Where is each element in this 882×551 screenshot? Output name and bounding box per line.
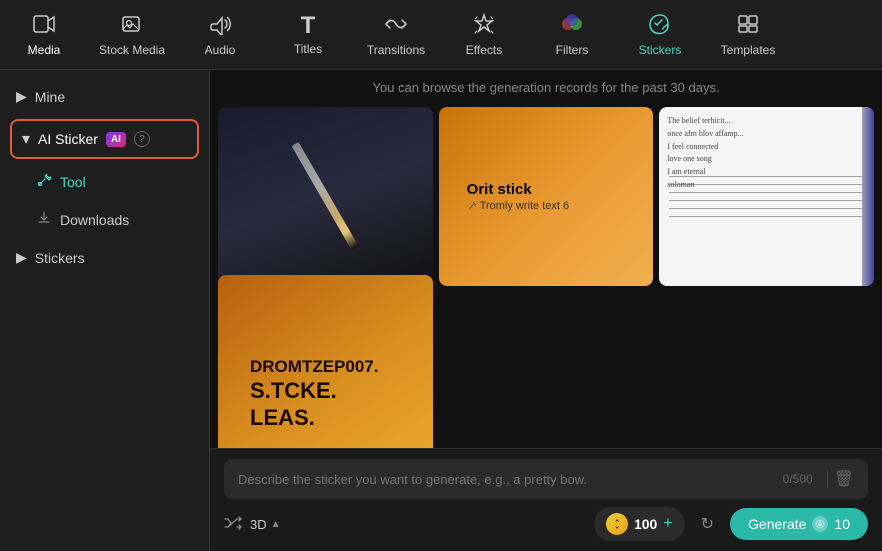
plus-icon[interactable]: + — [663, 515, 672, 533]
sidebar-downloads-label: Downloads — [60, 212, 129, 228]
downloads-icon — [36, 210, 52, 230]
generate-cost: 10 — [834, 516, 850, 532]
ai-sticker-arrow-icon: ▾ — [22, 129, 30, 149]
ai-sticker-label: AI Sticker — [38, 131, 98, 147]
card-inner — [218, 107, 433, 286]
nav-effects-label: Effects — [466, 43, 502, 57]
notebook-spine — [862, 107, 874, 286]
generate-cost-badge — [812, 516, 828, 532]
nav-filters[interactable]: Filters — [528, 0, 616, 70]
pencil-shape — [292, 142, 359, 250]
sidebar-subitem-downloads[interactable]: Downloads — [0, 201, 209, 239]
generate-label: Generate — [748, 516, 806, 532]
notebook-line — [669, 216, 864, 217]
nav-titles-label: Titles — [294, 42, 322, 56]
stickers-icon — [647, 13, 673, 39]
ai-badge: AI — [106, 132, 126, 147]
effects-icon — [472, 13, 496, 39]
sidebar: ▶ Mine ▾ AI Sticker AI ? Tool — [0, 70, 210, 551]
coin-button[interactable]: 100 + — [594, 507, 685, 541]
char-count: 0/500 — [783, 472, 813, 486]
stock-media-icon — [120, 13, 144, 39]
nav-transitions[interactable]: Transitions — [352, 0, 440, 70]
big-note-line1: DROMTZEP007. — [250, 356, 378, 378]
stickers-arrow-icon: ▶ — [16, 249, 27, 266]
main-layout: ▶ Mine ▾ AI Sticker AI ? Tool — [0, 70, 882, 551]
prompt-input[interactable] — [238, 472, 775, 487]
content-area: You can browse the generation records fo… — [210, 70, 882, 551]
templates-icon — [736, 13, 760, 39]
sticker-card-orange[interactable]: Orit stick Tromly write text 6 — [439, 107, 654, 286]
trash-icon[interactable]: 🗑 — [834, 469, 854, 489]
sticker-grid: Orit stick Tromly write text 6 — [210, 103, 882, 448]
notebook-line — [669, 200, 864, 201]
top-nav: Media Stock Media Audio T Titles — [0, 0, 882, 70]
style-label: 3D — [250, 517, 267, 532]
notebook-text: The belief terhicit... once afm blov aff… — [667, 115, 866, 192]
notebook-line — [669, 192, 864, 193]
nav-stock-media[interactable]: Stock Media — [88, 0, 176, 70]
tool-icon — [36, 172, 52, 192]
help-icon[interactable]: ? — [134, 131, 150, 147]
transitions-icon — [382, 13, 410, 39]
chevron-up-icon: ▲ — [271, 519, 281, 530]
card-orange-title: Orit stick — [467, 181, 532, 198]
sticker-card-big-note[interactable]: DROMTZEP007. S.TCKE. LEAS. — [218, 275, 433, 449]
nav-media[interactable]: Media — [0, 0, 88, 70]
bottom-controls: 3D ▲ 100 + ↻ Generate — [224, 507, 868, 541]
card-orange-sub: Tromly write text 6 — [467, 200, 569, 212]
big-note-line2: S.TCKE. — [250, 378, 337, 404]
card-orange-subtitle: Tromly write text 6 — [480, 200, 569, 212]
pencil-small-icon — [467, 201, 477, 211]
nav-audio-label: Audio — [205, 43, 236, 57]
nav-filters-label: Filters — [556, 43, 589, 57]
sidebar-mine-label: Mine — [35, 89, 65, 105]
generate-button[interactable]: Generate 10 — [730, 508, 868, 540]
refresh-icon[interactable]: ↻ — [701, 514, 714, 534]
filters-icon — [559, 13, 585, 39]
sidebar-item-stickers[interactable]: ▶ Stickers — [0, 239, 209, 276]
prompt-input-row: 0/500 🗑 — [224, 459, 868, 499]
shuffle-icon[interactable] — [224, 516, 242, 533]
card-inner: Orit stick Tromly write text 6 — [453, 119, 640, 274]
nav-transitions-label: Transitions — [367, 43, 425, 57]
nav-titles[interactable]: T Titles — [264, 0, 352, 70]
nav-stickers-label: Stickers — [639, 43, 682, 57]
media-icon — [32, 13, 56, 39]
nav-templates[interactable]: Templates — [704, 0, 792, 70]
sticker-card-pencil[interactable] — [218, 107, 433, 286]
nav-effects[interactable]: Effects — [440, 0, 528, 70]
card-inner: DROMTZEP007. S.TCKE. LEAS. — [234, 289, 417, 449]
sidebar-subitem-tool[interactable]: Tool — [0, 163, 209, 201]
divider — [827, 470, 828, 488]
mine-arrow-icon: ▶ — [16, 88, 27, 105]
coin-icon — [606, 513, 628, 535]
nav-templates-label: Templates — [721, 43, 776, 57]
style-selector[interactable]: 3D ▲ — [250, 517, 281, 532]
titles-icon: T — [301, 14, 316, 38]
sidebar-tool-label: Tool — [60, 174, 86, 190]
sidebar-item-mine[interactable]: ▶ Mine — [0, 78, 209, 115]
sidebar-stickers-label: Stickers — [35, 250, 85, 266]
nav-stickers[interactable]: Stickers — [616, 0, 704, 70]
content-notice: You can browse the generation records fo… — [210, 70, 882, 103]
audio-icon — [208, 13, 232, 39]
nav-media-label: Media — [28, 43, 61, 57]
card-inner: The belief terhicit... once afm blov aff… — [659, 107, 874, 286]
sticker-card-notebook[interactable]: The belief terhicit... once afm blov aff… — [659, 107, 874, 286]
nav-audio[interactable]: Audio — [176, 0, 264, 70]
notebook-line — [669, 208, 864, 209]
sidebar-item-ai-sticker[interactable]: ▾ AI Sticker AI ? — [10, 119, 199, 159]
big-note-line3: LEAS. — [250, 405, 315, 431]
bottom-bar: 0/500 🗑 3D ▲ — [210, 448, 882, 551]
coin-value: 100 — [634, 516, 657, 532]
nav-stock-media-label: Stock Media — [99, 43, 165, 57]
